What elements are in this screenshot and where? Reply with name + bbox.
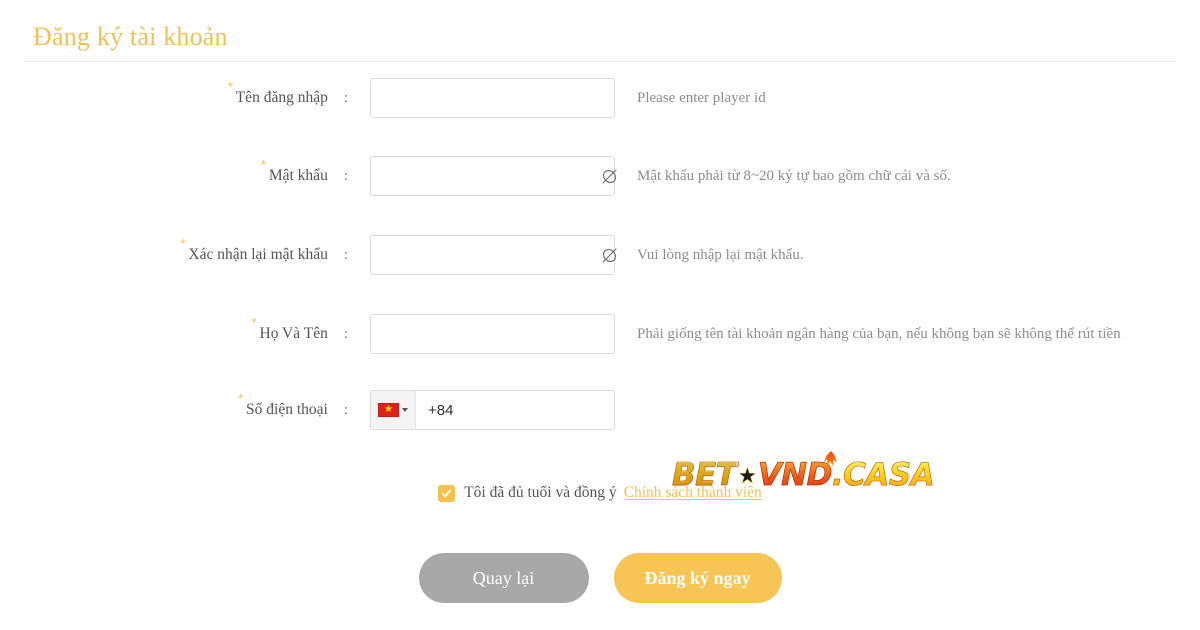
age-agreement-checkbox[interactable] [438, 484, 456, 502]
required-star-icon: * [260, 157, 266, 172]
required-star-icon: * [227, 79, 233, 94]
hint-username: Please enter player id [637, 89, 766, 106]
hint-confirm-password: Vui lòng nhập lại mật khẩu. [637, 246, 804, 263]
label-colon: : [343, 325, 348, 342]
form-row-phone: * Số điện thoại : ★ +84 [0, 390, 1200, 430]
password-input[interactable] [371, 157, 590, 195]
label-phone: * Số điện thoại : [0, 390, 348, 430]
phone-input[interactable] [453, 391, 614, 429]
label-colon: : [343, 401, 348, 418]
caret-down-icon [402, 408, 408, 412]
label-fullname: * Họ Và Tên : [0, 314, 348, 354]
page-title: Đăng ký tài khoản [33, 22, 228, 51]
input-wrapper-confirm-password [370, 235, 617, 275]
hint-password: Mật khẩu phải từ 8~20 ký tự bao gồm chữ … [637, 167, 951, 184]
label-colon: : [343, 246, 348, 263]
form-row-password: * Mật khẩu : Mật khẩu phải từ 8~20 ký tự… [0, 156, 1200, 196]
page-header: Đăng ký tài khoản [0, 0, 1200, 62]
confirm-password-input[interactable] [371, 236, 590, 274]
label-username-text: Tên đăng nhập [235, 89, 328, 106]
agreement-row: Tôi đã đủ tuổi và đồng ý Chính sách thàn… [0, 480, 1200, 506]
form-row-confirm-password: * Xác nhận lại mật khẩu : Vui lòng nhập … [0, 235, 1200, 275]
agreement-text: Tôi đã đủ tuổi và đồng ý [464, 484, 617, 501]
hint-fullname: Phải giống tên tài khoản ngân hàng của b… [637, 325, 1121, 342]
eye-slash-icon[interactable] [590, 236, 628, 274]
back-button[interactable]: Quay lại [418, 553, 589, 603]
username-input[interactable] [371, 79, 614, 117]
form-actions: Quay lại Đăng ký ngay [0, 552, 1200, 604]
label-password-text: Mật khẩu [268, 167, 328, 184]
form-row-fullname: * Họ Và Tên : Phải giống tên tài khoản n… [0, 314, 1200, 354]
input-wrapper-username [370, 78, 615, 118]
input-wrapper-password [370, 156, 617, 196]
vietnam-flag-icon: ★ [378, 403, 399, 417]
eye-slash-icon[interactable] [590, 157, 628, 195]
label-username: * Tên đăng nhập : [0, 78, 348, 118]
dial-code-prefix: +84 [428, 401, 454, 419]
label-confirm-password-text: Xác nhận lại mật khẩu [188, 246, 328, 263]
input-wrapper-fullname [370, 314, 615, 354]
label-fullname-text: Họ Và Tên [259, 325, 328, 342]
check-icon [441, 489, 452, 497]
input-wrapper-phone: ★ +84 [370, 390, 615, 430]
required-star-icon: * [238, 391, 244, 406]
country-code-selector[interactable]: ★ [371, 391, 416, 429]
form-row-username: * Tên đăng nhập : Please enter player id [0, 78, 1200, 118]
label-password: * Mật khẩu : [0, 156, 348, 196]
fullname-input[interactable] [371, 315, 614, 353]
required-star-icon: * [251, 315, 257, 330]
register-button[interactable]: Đăng ký ngay [613, 553, 782, 603]
required-star-icon: * [180, 236, 186, 251]
label-phone-text: Số điện thoại [246, 401, 328, 418]
label-colon: : [343, 167, 348, 184]
member-policy-link[interactable]: Chính sách thành viên [624, 484, 762, 502]
label-colon: : [343, 89, 348, 106]
label-confirm-password: * Xác nhận lại mật khẩu : [0, 235, 348, 275]
registration-form: * Tên đăng nhập : Please enter player id… [0, 62, 1200, 630]
